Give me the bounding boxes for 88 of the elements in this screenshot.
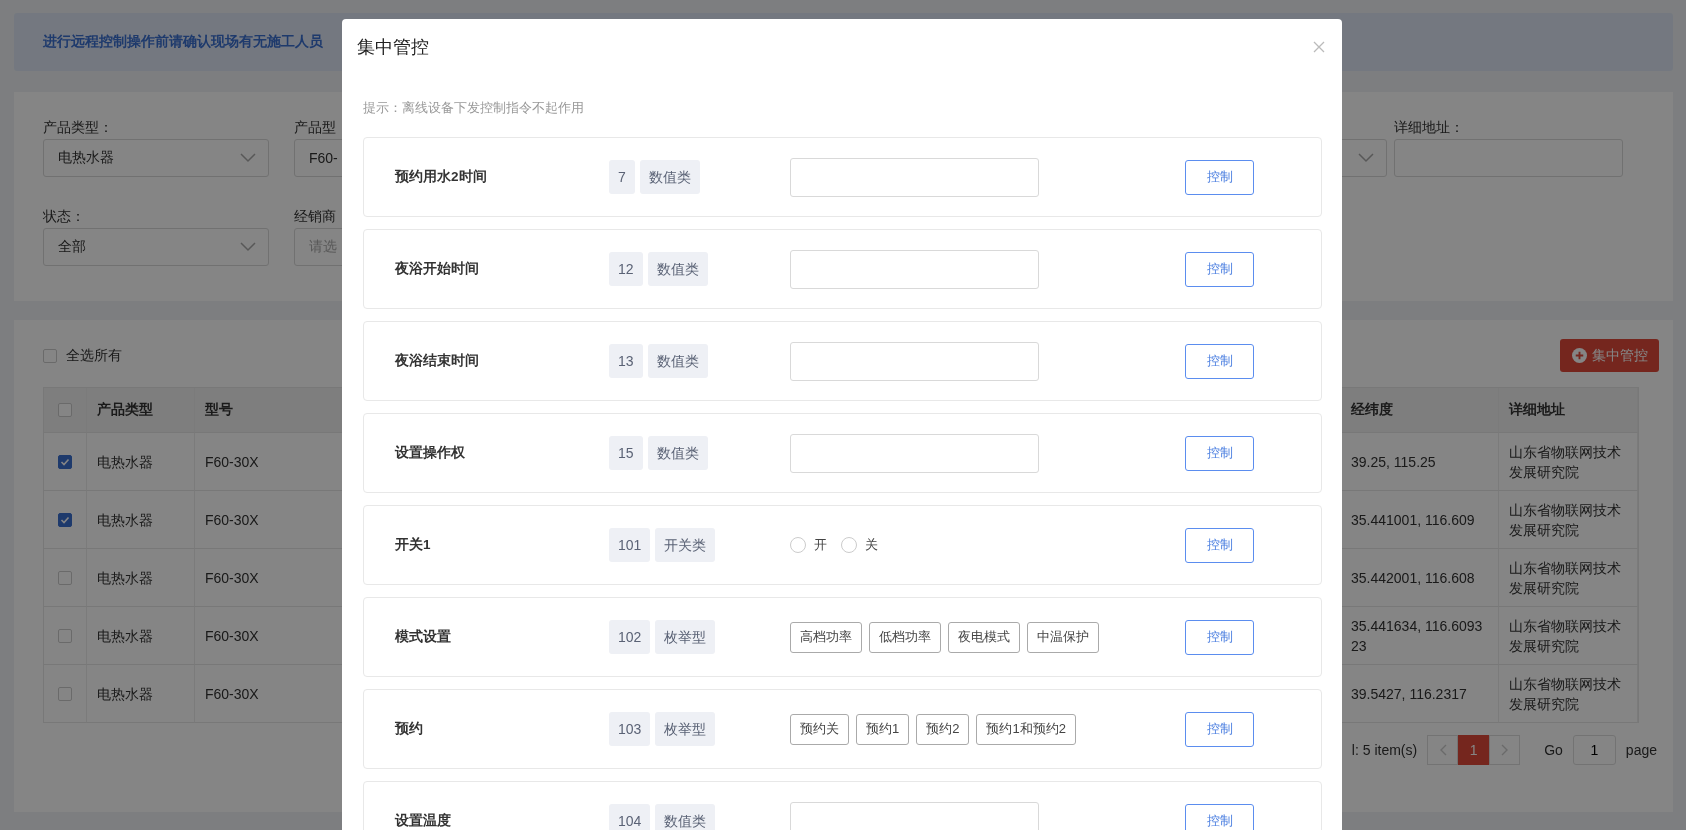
control-name: 预约用水2时间 (395, 168, 488, 186)
control-button[interactable]: 控制 (1185, 435, 1254, 471)
close-icon[interactable] (1313, 41, 1325, 53)
control-name: 设置操作权 (395, 444, 466, 462)
option-button[interactable]: 高档功率 (790, 621, 862, 653)
control-name: 夜浴开始时间 (395, 260, 480, 278)
code-tag: 101 (609, 528, 651, 562)
batch-control-button[interactable]: 集中管控 (1560, 339, 1659, 372)
option-button[interactable]: 预约2 (916, 713, 970, 745)
control-button[interactable]: 控制 (1185, 527, 1254, 563)
filter-label: 经销商 (294, 208, 337, 226)
code-tag: 12 (609, 252, 643, 286)
table-cell: 山东省物联网技术发展研究院 (1499, 607, 1638, 665)
code-tag: 103 (609, 712, 651, 746)
value-input[interactable] (790, 801, 1039, 830)
table-cell: 山东省物联网技术发展研究院 (1499, 491, 1638, 549)
control-name: 设置温度 (395, 812, 452, 830)
chevron-left-icon (1438, 744, 1447, 756)
select-field[interactable]: 电热水器 (43, 139, 269, 177)
control-button[interactable]: 控制 (1185, 343, 1254, 379)
value-input[interactable] (790, 249, 1039, 289)
next-page-button[interactable] (1489, 735, 1521, 765)
filter-label: 产品类型： (43, 119, 114, 137)
total-count: l: 5 item(s) (1351, 742, 1418, 758)
code-tag: 7 (609, 160, 635, 194)
table-cell: 电热水器 (87, 665, 195, 723)
table-cell: 山东省物联网技术发展研究院 (1499, 665, 1638, 723)
type-tag: 数值类 (639, 160, 700, 194)
select-value: 全部 (58, 238, 86, 256)
value-input[interactable] (790, 341, 1039, 381)
control-button[interactable]: 控制 (1185, 619, 1254, 655)
page-input[interactable]: 1 (1572, 735, 1616, 765)
option-button[interactable]: 预约1和预约2 (976, 713, 1076, 745)
plus-circle-icon (1571, 348, 1587, 363)
option-button[interactable]: 预约1 (856, 713, 910, 745)
value-input[interactable] (790, 157, 1039, 197)
filter-label: 详细地址： (1394, 119, 1465, 137)
control-button[interactable]: 控制 (1185, 251, 1254, 287)
filter-label: 产品型 (294, 119, 337, 137)
option-button[interactable]: 预约关 (790, 713, 849, 745)
control-button[interactable]: 控制 (1185, 803, 1254, 830)
option-button[interactable]: 夜电模式 (948, 621, 1020, 653)
dialog-title: 集中管控 (357, 36, 429, 59)
chevron-down-icon (240, 153, 256, 163)
chevron-down-icon (1358, 153, 1374, 163)
table-cell: 电热水器 (87, 607, 195, 665)
code-tag: 13 (609, 344, 643, 378)
option-button[interactable]: 中温保护 (1027, 621, 1099, 653)
go-label: Go (1544, 742, 1563, 758)
checkbox[interactable] (58, 512, 72, 527)
select-field[interactable]: 全部 (43, 228, 269, 266)
select-all-label: 全选所有 (66, 346, 122, 365)
code-tag: 15 (609, 436, 643, 470)
type-tag: 枚举型 (655, 620, 716, 654)
option-button[interactable]: 低档功率 (869, 621, 941, 653)
column-header: 经纬度 (1341, 388, 1499, 433)
type-tag: 枚举型 (655, 712, 716, 746)
control-name: 夜浴结束时间 (395, 352, 480, 370)
checkbox[interactable] (58, 454, 72, 469)
page-label: page (1625, 742, 1657, 758)
code-tag: 102 (609, 620, 651, 654)
page-number[interactable]: 1 (1458, 735, 1490, 765)
control-button[interactable]: 控制 (1185, 711, 1254, 747)
table-cell: 山东省物联网技术发展研究院 (1499, 433, 1638, 491)
select-value: 电热水器 (58, 149, 114, 167)
column-header: 详细地址 (1499, 388, 1638, 433)
table-cell: 山东省物联网技术发展研究院 (1499, 549, 1638, 607)
type-tag: 数值类 (647, 436, 708, 470)
type-tag: 数值类 (647, 344, 708, 378)
column-header: 产品类型 (87, 388, 195, 433)
previous-page-button[interactable] (1427, 735, 1459, 765)
type-tag: 数值类 (655, 804, 716, 830)
code-tag: 104 (609, 804, 651, 830)
filter-label: 状态： (43, 208, 86, 226)
chevron-right-icon (1500, 744, 1509, 756)
control-button[interactable]: 控制 (1185, 159, 1254, 195)
dialog-hint: 提示：离线设备下发控制指令不起作用 (363, 99, 585, 117)
table-cell: 电热水器 (87, 549, 195, 607)
table-cell: 电热水器 (87, 491, 195, 549)
value-input[interactable] (790, 433, 1039, 473)
type-tag: 数值类 (647, 252, 708, 286)
notice-text: 进行远程控制操作前请确认现场有无施工人员 (43, 33, 323, 51)
chevron-down-icon (240, 242, 256, 252)
table-cell: 电热水器 (87, 433, 195, 491)
select-value: F60- (309, 150, 338, 166)
control-name: 模式设置 (395, 628, 452, 646)
type-tag: 开关类 (655, 528, 716, 562)
control-name: 预约 (395, 720, 424, 738)
